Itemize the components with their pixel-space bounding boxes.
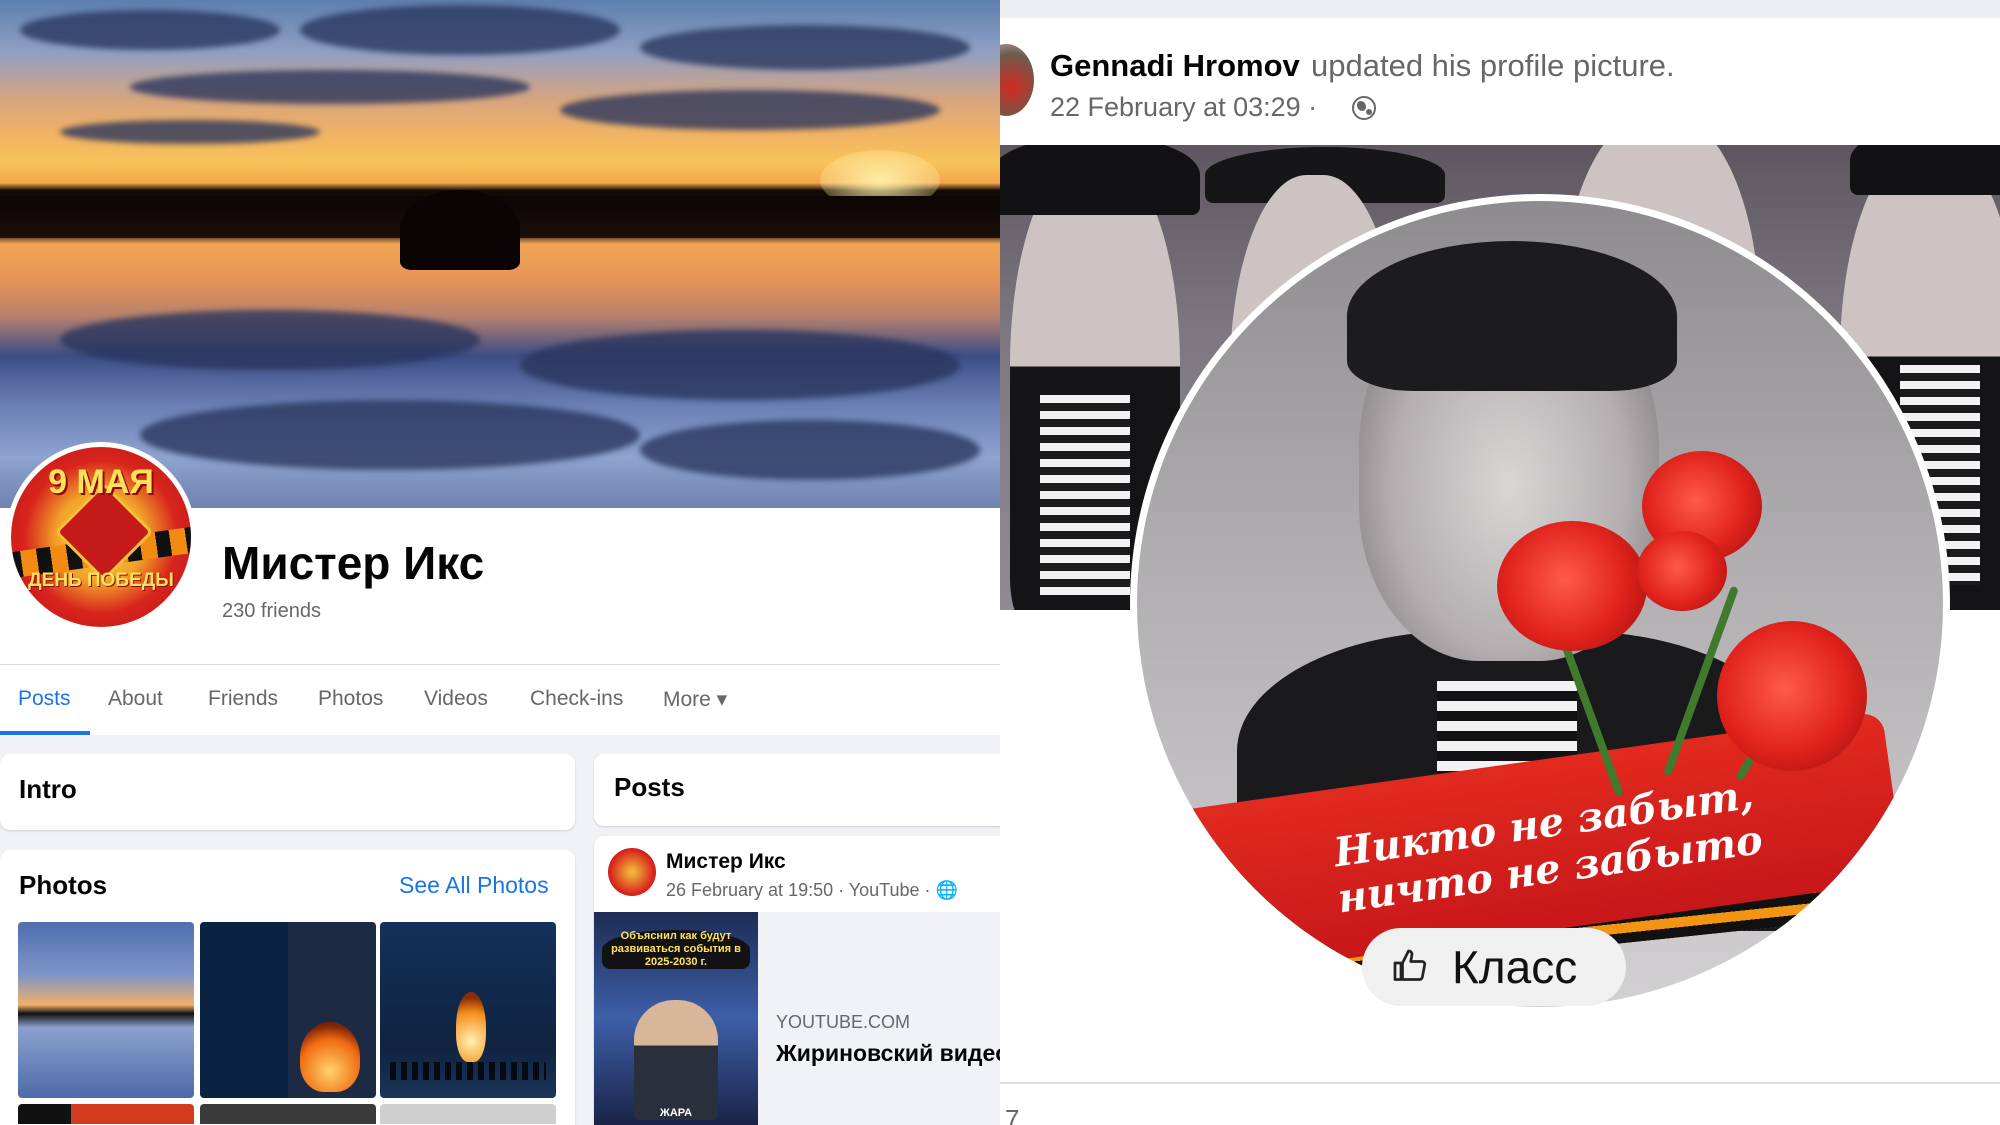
photos-card: Photos See All Photos	[0, 850, 575, 1125]
cover-photo[interactable]	[0, 0, 1000, 508]
link-preview[interactable]: YOUTUBE.COM Жириновский видео	[758, 912, 1000, 1125]
tab-more[interactable]: More ▾	[663, 687, 727, 712]
post-author-avatar[interactable]	[1000, 44, 1034, 116]
profile-avatar[interactable]: 9 МАЯ ДЕНЬ ПОБЕДЫ	[6, 442, 196, 632]
post-author[interactable]: Мистер Икс	[666, 850, 786, 874]
post-action: updated his profile picture.	[1311, 48, 1675, 83]
photo-thumbnail[interactable]	[18, 922, 194, 1098]
link-title: Жириновский видео	[776, 1040, 1000, 1066]
posts-header-card: Posts	[594, 754, 1000, 826]
globe-icon	[1352, 96, 1376, 120]
thumbs-up-icon	[1393, 949, 1427, 981]
tab-check-ins[interactable]: Check-ins	[530, 687, 623, 711]
posts-title: Posts	[614, 772, 685, 802]
post-author[interactable]: Gennadi Hromov	[1050, 48, 1300, 84]
top-bar	[1000, 0, 2000, 18]
profile-picture-post-panel: Gennadi Hromov updated his profile pictu…	[1000, 0, 2000, 1125]
avatar-text-top: 9 МАЯ	[48, 463, 154, 501]
link-source: YOUTUBE.COM	[776, 1012, 911, 1032]
profile-picture-frame[interactable]: Никто не забыт, ничто не забыто	[1130, 194, 1950, 1014]
video-thumbnail[interactable]: Объяснил как будут развиваться события в…	[594, 912, 758, 1125]
see-all-photos-link[interactable]: See All Photos	[399, 872, 549, 899]
photo-thumbnail[interactable]	[200, 1104, 376, 1124]
video-label: ЖАРА	[659, 1107, 693, 1119]
photo-thumbnail[interactable]	[200, 922, 376, 1098]
divider	[1000, 1082, 2000, 1084]
friends-count[interactable]: 230 friends	[222, 600, 321, 623]
photo-thumbnail[interactable]	[380, 922, 556, 1098]
like-label[interactable]: Класс	[1452, 940, 1577, 994]
intro-card: Intro	[0, 754, 575, 830]
facebook-profile-panel: 9 МАЯ ДЕНЬ ПОБЕДЫ Мистер Икс 230 friends…	[0, 0, 1000, 1125]
video-caption: Объяснил как будут развиваться события в…	[602, 930, 750, 969]
post-author-avatar[interactable]	[608, 848, 656, 896]
carnation-flower	[1637, 531, 1727, 611]
profile-tabs: Posts About Friends Photos Videos Check-…	[0, 664, 1000, 735]
carnation-flower	[1497, 521, 1647, 651]
intro-title: Intro	[19, 774, 77, 804]
post-date[interactable]: 22 February at 03:29 ·	[1050, 92, 1317, 123]
tab-videos[interactable]: Videos	[424, 687, 488, 711]
post-meta: 26 February at 19:50 · YouTube · 🌐	[666, 880, 958, 900]
tab-photos[interactable]: Photos	[318, 687, 383, 711]
tab-about[interactable]: About	[108, 687, 163, 711]
photo-thumbnail[interactable]	[18, 1104, 194, 1124]
photos-title: Photos	[19, 870, 108, 900]
profile-name: Мистер Икс	[222, 537, 485, 589]
tab-posts[interactable]: Posts	[18, 687, 71, 711]
tab-friends[interactable]: Friends	[208, 687, 278, 711]
carnation-flower	[1717, 621, 1867, 771]
reaction-count: 7	[1005, 1104, 1020, 1125]
avatar-text-bottom: ДЕНЬ ПОБЕДЫ	[28, 570, 174, 591]
photo-thumbnail[interactable]	[380, 1104, 556, 1124]
active-tab-indicator	[0, 731, 90, 735]
